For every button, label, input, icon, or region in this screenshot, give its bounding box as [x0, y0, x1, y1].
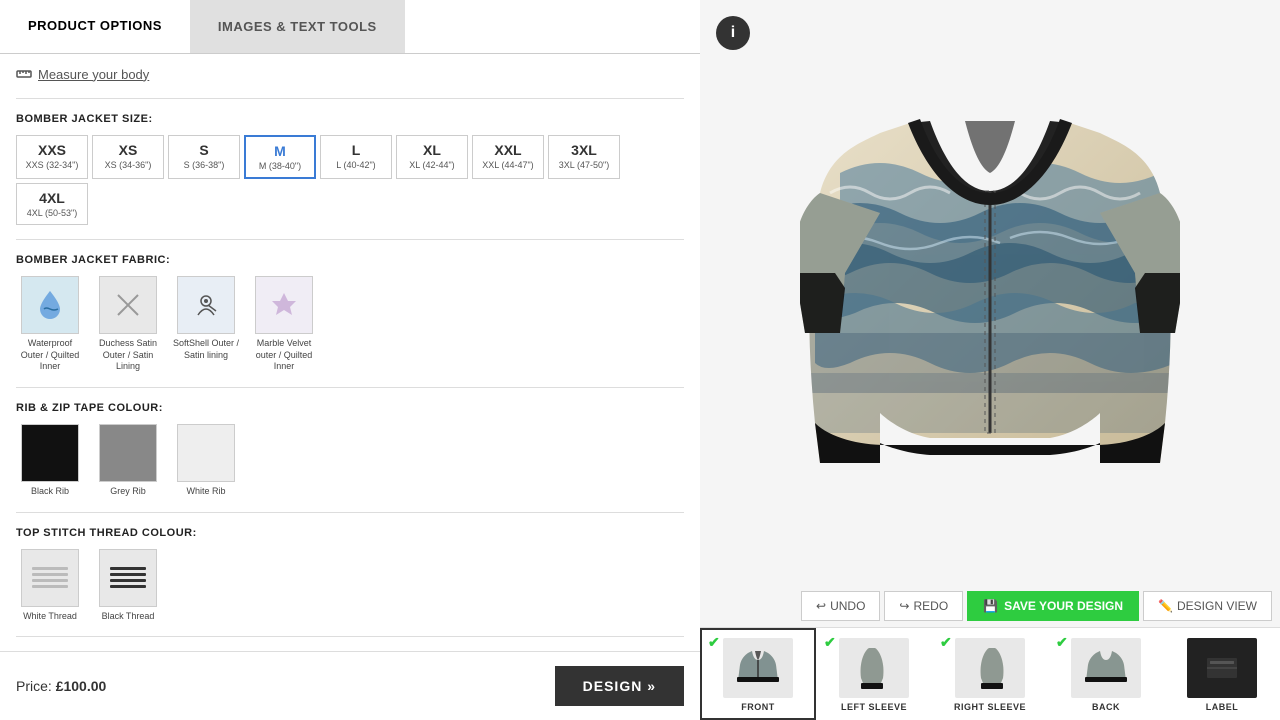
size-3xl[interactable]: 3XL 3XL (47-50"): [548, 135, 620, 179]
right-sleeve-thumbnail: [955, 638, 1025, 698]
redo-button[interactable]: ↪ REDO: [884, 591, 963, 621]
thread-grid: White Thread Black Thread: [16, 549, 684, 623]
divider-label: [16, 636, 684, 637]
price-display: Price: £100.00: [16, 678, 106, 694]
back-thumb-jacket: [1081, 643, 1131, 693]
tabs: PRODUCT OPTIONS IMAGES & TEXT TOOLS: [0, 0, 700, 54]
rib-grid: Black Rib Grey Rib White Rib: [16, 424, 684, 498]
grey-rib-swatch: [99, 424, 157, 482]
size-grid: XXS XXS (32-34") XS XS (34-36") S S (36-…: [16, 135, 684, 225]
view-label[interactable]: LABEL: [1164, 628, 1280, 720]
back-label: BACK: [1092, 702, 1120, 712]
price-value: £100.00: [56, 678, 107, 694]
fabric-marble-velvet[interactable]: Marble Velvet outer / Quilted Inner: [250, 276, 318, 373]
right-panel: i: [700, 0, 1280, 720]
view-right-sleeve[interactable]: ✔ RIGHT SLEEVE: [932, 628, 1048, 720]
save-design-button[interactable]: 💾 SAVE YOUR DESIGN: [967, 591, 1139, 621]
save-icon: 💾: [983, 599, 998, 613]
view-front[interactable]: ✔ FRONT: [700, 628, 816, 720]
jacket-preview: [700, 0, 1280, 585]
bottom-bar: Price: £100.00 DESIGN »: [0, 651, 700, 720]
tab-product-options[interactable]: PRODUCT OPTIONS: [0, 0, 190, 53]
front-check: ✔: [708, 634, 720, 651]
fabric-grid: Waterproof Outer / Quilted Inner Duchess…: [16, 276, 684, 373]
marble-velvet-icon: [266, 287, 302, 323]
measure-link-text: Measure your body: [38, 67, 149, 82]
redo-arrow-icon: ↪: [899, 599, 909, 613]
info-button[interactable]: i: [716, 16, 750, 50]
thread-section-label: TOP STITCH THREAD COLOUR:: [16, 527, 684, 539]
label-view-label: LABEL: [1206, 702, 1239, 712]
left-sleeve-thumbnail: [839, 638, 909, 698]
view-back[interactable]: ✔ BACK: [1048, 628, 1164, 720]
front-label: FRONT: [741, 702, 775, 712]
tab-images-text-tools[interactable]: IMAGES & TEXT TOOLS: [190, 0, 405, 53]
front-thumb-jacket: [733, 643, 783, 693]
fabric-waterproof[interactable]: Waterproof Outer / Quilted Inner: [16, 276, 84, 373]
front-thumbnail: [723, 638, 793, 698]
bottom-section: ↩ UNDO ↪ REDO 💾 SAVE YOUR DESIGN ✏️ DESI…: [700, 585, 1280, 720]
size-m[interactable]: M M (38-40"): [244, 135, 316, 179]
label-thumbnail: [1187, 638, 1257, 698]
label-thumb-img: [1202, 648, 1242, 688]
rib-black[interactable]: Black Rib: [16, 424, 84, 498]
size-xs[interactable]: XS XS (34-36"): [92, 135, 164, 179]
left-sleeve-label: LEFT SLEEVE: [841, 702, 907, 712]
duchess-icon: [110, 287, 146, 323]
redo-label: REDO: [913, 599, 948, 613]
pencil-icon: ✏️: [1158, 599, 1173, 613]
softshell-icon: [188, 287, 224, 323]
size-xl[interactable]: XL XL (42-44"): [396, 135, 468, 179]
fabric-softshell[interactable]: SoftShell Outer / Satin lining: [172, 276, 240, 373]
right-sleeve-label: RIGHT SLEEVE: [954, 702, 1026, 712]
waterproof-icon: [32, 287, 68, 323]
right-sleeve-check: ✔: [940, 634, 952, 651]
black-thread-swatch: [99, 549, 157, 607]
black-rib-swatch: [21, 424, 79, 482]
rib-grey[interactable]: Grey Rib: [94, 424, 162, 498]
rib-white[interactable]: White Rib: [172, 424, 240, 498]
design-view-label: DESIGN VIEW: [1177, 599, 1257, 613]
view-thumbnails: ✔ FRONT ✔: [700, 627, 1280, 720]
left-sleeve-check: ✔: [824, 634, 836, 651]
design-button[interactable]: DESIGN »: [555, 666, 684, 706]
divider-fabric: [16, 239, 684, 240]
thread-white[interactable]: White Thread: [16, 549, 84, 623]
back-thumbnail: [1071, 638, 1141, 698]
size-xxl[interactable]: XXL XXL (44-47"): [472, 135, 544, 179]
divider-rib: [16, 387, 684, 388]
thread-black[interactable]: Black Thread: [94, 549, 162, 623]
size-section-label: BOMBER JACKET SIZE:: [16, 113, 684, 125]
left-sleeve-thumb: [849, 643, 899, 693]
rib-section-label: RIB & ZIP TAPE COLOUR:: [16, 402, 684, 414]
undo-label: UNDO: [830, 599, 865, 613]
panel-content: Measure your body BOMBER JACKET SIZE: XX…: [0, 54, 700, 651]
size-4xl[interactable]: 4XL 4XL (50-53"): [16, 183, 88, 225]
view-left-sleeve[interactable]: ✔ LEFT SLEEVE: [816, 628, 932, 720]
jacket-image: [800, 73, 1180, 513]
fabric-duchess[interactable]: Duchess Satin Outer / Satin Lining: [94, 276, 162, 373]
undo-button[interactable]: ↩ UNDO: [801, 591, 880, 621]
undo-arrow-icon: ↩: [816, 599, 826, 613]
size-s[interactable]: S S (36-38"): [168, 135, 240, 179]
divider-thread: [16, 512, 684, 513]
size-l[interactable]: L L (40-42"): [320, 135, 392, 179]
left-panel: PRODUCT OPTIONS IMAGES & TEXT TOOLS Meas…: [0, 0, 700, 720]
divider-size: [16, 98, 684, 99]
back-check: ✔: [1056, 634, 1068, 651]
size-xxs[interactable]: XXS XXS (32-34"): [16, 135, 88, 179]
design-view-button[interactable]: ✏️ DESIGN VIEW: [1143, 591, 1272, 621]
measure-your-body-link[interactable]: Measure your body: [16, 66, 684, 82]
save-label: SAVE YOUR DESIGN: [1004, 599, 1123, 613]
white-rib-swatch: [177, 424, 235, 482]
fabric-section-label: BOMBER JACKET FABRIC:: [16, 254, 684, 266]
white-thread-swatch: [21, 549, 79, 607]
right-sleeve-thumb: [965, 643, 1015, 693]
toolbar-row: ↩ UNDO ↪ REDO 💾 SAVE YOUR DESIGN ✏️ DESI…: [700, 585, 1280, 627]
ruler-icon: [16, 66, 32, 82]
